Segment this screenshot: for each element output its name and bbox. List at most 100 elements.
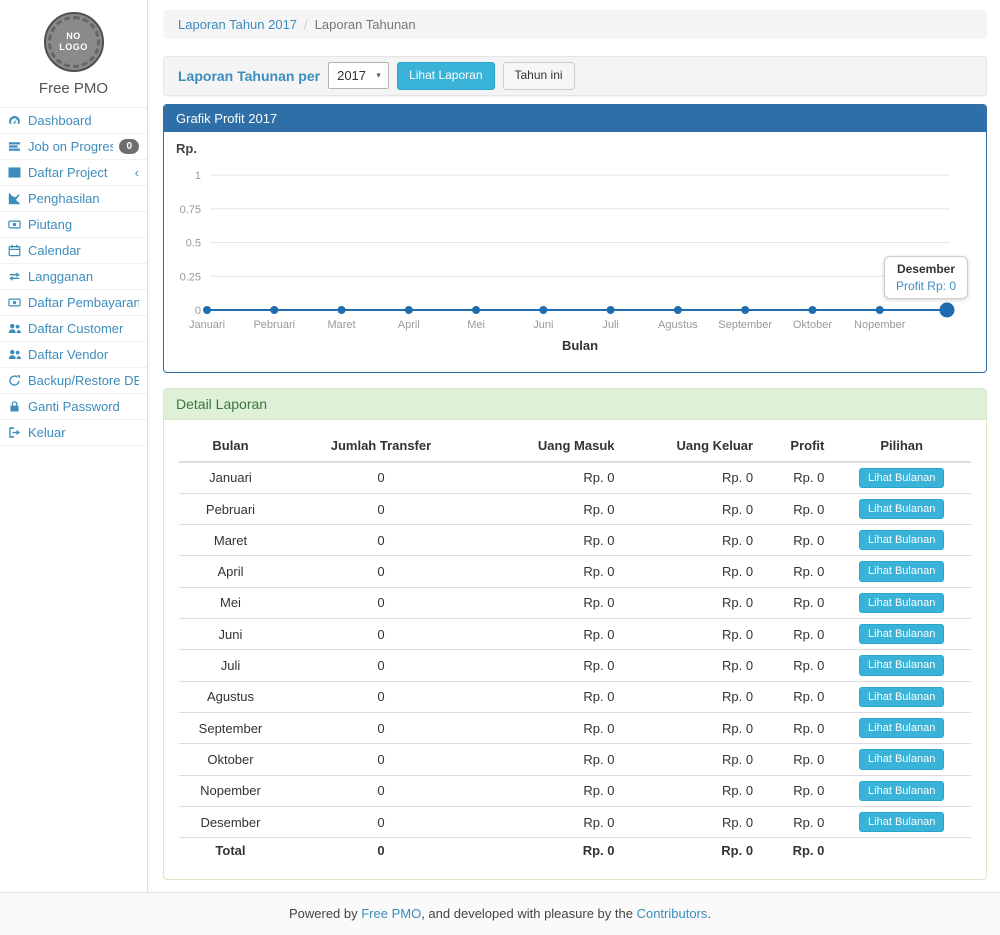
lihat-bulanan-button[interactable]: Lihat Bulanan	[859, 749, 944, 769]
cell-total-label: Total	[179, 838, 282, 864]
cell-jumlah-transfer: 0	[282, 493, 480, 524]
lihat-bulanan-button[interactable]: Lihat Bulanan	[859, 687, 944, 707]
cell-profit: Rp. 0	[761, 650, 832, 681]
sidebar-item-keluar[interactable]: Keluar	[0, 420, 147, 446]
cell-jumlah-transfer: 0	[282, 744, 480, 775]
lihat-bulanan-button[interactable]: Lihat Bulanan	[859, 561, 944, 581]
cell-uang-keluar: Rp. 0	[623, 650, 762, 681]
page-footer: Powered by Free PMO, and developed with …	[0, 892, 1000, 935]
lihat-bulanan-button[interactable]: Lihat Bulanan	[859, 718, 944, 738]
cell-jumlah-transfer: 0	[282, 712, 480, 743]
cell-bulan: Mei	[179, 587, 282, 618]
breadcrumb-link[interactable]: Laporan Tahun 2017	[178, 17, 297, 32]
cell-bulan: Maret	[179, 525, 282, 556]
lihat-bulanan-button[interactable]: Lihat Bulanan	[859, 812, 944, 832]
contributors-link[interactable]: Contributors	[637, 906, 708, 921]
table-total-row: Total 0 Rp. 0 Rp. 0 Rp. 0	[179, 838, 971, 864]
table-row: September 0 Rp. 0 Rp. 0 Rp. 0 Lihat Bula…	[179, 712, 971, 743]
this-year-button[interactable]: Tahun ini	[503, 62, 575, 90]
cell-profit: Rp. 0	[761, 681, 832, 712]
lihat-bulanan-button[interactable]: Lihat Bulanan	[859, 468, 944, 488]
cell-uang-keluar: Rp. 0	[623, 775, 762, 806]
cell-uang-keluar: Rp. 0	[623, 681, 762, 712]
sidebar-menu: Dashboard Job on Progress0Daftar Project‹…	[0, 107, 147, 446]
users-icon	[8, 348, 22, 361]
cell-uang-masuk: Rp. 0	[480, 525, 623, 556]
cell-uang-masuk: Rp. 0	[480, 775, 623, 806]
svg-text:September: September	[718, 319, 772, 331]
cell-total-transfer: 0	[282, 838, 480, 864]
cell-profit: Rp. 0	[761, 587, 832, 618]
cell-uang-keluar: Rp. 0	[623, 806, 762, 837]
lihat-bulanan-button[interactable]: Lihat Bulanan	[859, 781, 944, 801]
cell-bulan: Oktober	[179, 744, 282, 775]
table-row: Agustus 0 Rp. 0 Rp. 0 Rp. 0 Lihat Bulana…	[179, 681, 971, 712]
tooltip-value: Profit Rp: 0	[896, 279, 956, 293]
table-row: Nopember 0 Rp. 0 Rp. 0 Rp. 0 Lihat Bulan…	[179, 775, 971, 806]
cell-profit: Rp. 0	[761, 556, 832, 587]
cell-uang-masuk: Rp. 0	[480, 744, 623, 775]
sidebar-item-daftar-project[interactable]: Daftar Project‹	[0, 160, 147, 186]
cell-bulan: Nopember	[179, 775, 282, 806]
lihat-bulanan-button[interactable]: Lihat Bulanan	[859, 593, 944, 613]
cell-uang-masuk: Rp. 0	[480, 493, 623, 524]
table-header-row: BulanJumlah TransferUang MasukUang Kelua…	[179, 430, 971, 462]
cell-profit: Rp. 0	[761, 806, 832, 837]
sidebar-item-label: Dashboard	[28, 113, 139, 128]
cell-uang-keluar: Rp. 0	[623, 619, 762, 650]
cell-bulan: Agustus	[179, 681, 282, 712]
cell-uang-masuk: Rp. 0	[480, 650, 623, 681]
lihat-bulanan-button[interactable]: Lihat Bulanan	[859, 624, 944, 644]
view-report-button[interactable]: Lihat Laporan	[397, 62, 494, 90]
filter-label: Laporan Tahunan per	[178, 68, 320, 84]
col-uang-keluar: Uang Keluar	[623, 430, 762, 462]
cell-uang-keluar: Rp. 0	[623, 525, 762, 556]
sidebar-item-backup-restore-db[interactable]: Backup/Restore DB	[0, 368, 147, 394]
sidebar-item-piutang[interactable]: Piutang	[0, 212, 147, 238]
col-pilihan: Pilihan	[832, 430, 971, 462]
sidebar-item-label: Daftar Pembayaran	[28, 295, 139, 310]
sidebar-item-label: Piutang	[28, 217, 139, 232]
cell-bulan: Januari	[179, 462, 282, 494]
sidebar-item-penghasilan[interactable]: Penghasilan	[0, 186, 147, 212]
svg-text:0.75: 0.75	[180, 203, 201, 215]
sidebar-item-calendar[interactable]: Calendar	[0, 238, 147, 264]
free-pmo-link[interactable]: Free PMO	[361, 906, 421, 921]
logo-text: NO LOGO	[59, 31, 88, 54]
cell-jumlah-transfer: 0	[282, 556, 480, 587]
lihat-bulanan-button[interactable]: Lihat Bulanan	[859, 655, 944, 675]
logo-area: NO LOGO Free PMO	[0, 0, 147, 107]
sidebar-item-dashboard[interactable]: Dashboard	[0, 108, 147, 134]
sidebar-item-label: Daftar Project	[28, 165, 129, 180]
cell-uang-masuk: Rp. 0	[480, 712, 623, 743]
cell-uang-masuk: Rp. 0	[480, 806, 623, 837]
tasks-icon	[8, 140, 22, 153]
lock-icon	[8, 400, 22, 413]
cell-uang-keluar: Rp. 0	[623, 712, 762, 743]
lihat-bulanan-button[interactable]: Lihat Bulanan	[859, 530, 944, 550]
col-jumlah-transfer: Jumlah Transfer	[282, 430, 480, 462]
cell-bulan: April	[179, 556, 282, 587]
tooltip-title: Desember	[896, 262, 956, 276]
svg-text:0: 0	[195, 305, 201, 317]
sidebar-item-daftar-customer[interactable]: Daftar Customer	[0, 316, 147, 342]
sidebar-item-langganan[interactable]: Langganan	[0, 264, 147, 290]
sidebar-item-daftar-vendor[interactable]: Daftar Vendor	[0, 342, 147, 368]
sidebar-item-ganti-password[interactable]: Ganti Password	[0, 394, 147, 420]
cell-uang-keluar: Rp. 0	[623, 556, 762, 587]
svg-text:Mei: Mei	[467, 319, 485, 331]
table-row: Desember 0 Rp. 0 Rp. 0 Rp. 0 Lihat Bulan…	[179, 806, 971, 837]
lihat-bulanan-button[interactable]: Lihat Bulanan	[859, 499, 944, 519]
users-icon	[8, 322, 22, 335]
sidebar: NO LOGO Free PMO Dashboard Job on Progres…	[0, 0, 148, 892]
cell-jumlah-transfer: 0	[282, 806, 480, 837]
svg-text:Pebruari: Pebruari	[253, 319, 295, 331]
year-select[interactable]: 2017	[328, 62, 389, 89]
sidebar-item-job-on-progress[interactable]: Job on Progress0	[0, 134, 147, 160]
money-icon	[8, 218, 22, 231]
app-wrapper: NO LOGO Free PMO Dashboard Job on Progres…	[0, 0, 1000, 892]
sidebar-item-daftar-pembayaran[interactable]: Daftar Pembayaran	[0, 290, 147, 316]
cell-uang-masuk: Rp. 0	[480, 556, 623, 587]
profit-line-chart[interactable]: Rp.00.250.50.751JanuariPebruariMaretApri…	[164, 132, 986, 366]
cell-jumlah-transfer: 0	[282, 681, 480, 712]
